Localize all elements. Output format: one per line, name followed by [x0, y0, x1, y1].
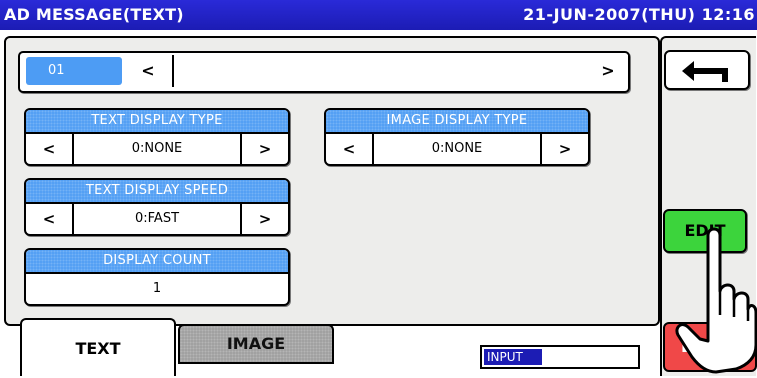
- next-message-button[interactable]: >: [588, 55, 628, 87]
- text-display-speed-value[interactable]: 0:FAST: [72, 204, 242, 234]
- text-display-speed-prev-button[interactable]: <: [26, 204, 72, 234]
- display-count-field: DISPLAY COUNT 1: [24, 248, 290, 306]
- text-display-type-prev-button[interactable]: <: [26, 134, 72, 164]
- back-arrow-icon: [682, 61, 728, 82]
- prev-message-button[interactable]: <: [128, 55, 168, 87]
- pointing-hand-icon: [675, 227, 757, 374]
- date-time: 21-JUN-2007(THU) 12:16: [523, 5, 755, 24]
- message-selector: 01 < >: [18, 51, 630, 93]
- text-display-type-value[interactable]: 0:NONE: [72, 134, 242, 164]
- message-text-field[interactable]: [172, 55, 590, 87]
- text-display-type-next-button[interactable]: >: [242, 134, 288, 164]
- back-button[interactable]: [664, 50, 750, 90]
- text-display-type-field: TEXT DISPLAY TYPE < 0:NONE >: [24, 108, 290, 166]
- image-display-type-next-button[interactable]: >: [542, 134, 588, 164]
- input-indicator-label: INPUT: [484, 349, 542, 365]
- tab-text[interactable]: TEXT: [20, 318, 176, 376]
- image-display-type-prev-button[interactable]: <: [326, 134, 372, 164]
- text-display-speed-field: TEXT DISPLAY SPEED < 0:FAST >: [24, 178, 290, 236]
- display-count-label: DISPLAY COUNT: [26, 250, 288, 272]
- image-display-type-field: IMAGE DISPLAY TYPE < 0:NONE >: [324, 108, 590, 166]
- tab-image[interactable]: IMAGE: [178, 324, 334, 364]
- text-display-speed-next-button[interactable]: >: [242, 204, 288, 234]
- image-display-type-label: IMAGE DISPLAY TYPE: [326, 110, 588, 132]
- display-count-value[interactable]: 1: [26, 274, 288, 304]
- text-display-speed-label: TEXT DISPLAY SPEED: [26, 180, 288, 202]
- message-number[interactable]: 01: [26, 57, 122, 85]
- screen-title: AD MESSAGE(TEXT): [4, 5, 184, 24]
- title-bar: AD MESSAGE(TEXT) 21-JUN-2007(THU) 12:16: [0, 0, 757, 30]
- text-display-type-label: TEXT DISPLAY TYPE: [26, 110, 288, 132]
- image-display-type-value[interactable]: 0:NONE: [372, 134, 542, 164]
- input-indicator: INPUT: [480, 345, 640, 369]
- main-panel: 01 < > TEXT DISPLAY TYPE < 0:NONE > IMAG…: [4, 36, 660, 326]
